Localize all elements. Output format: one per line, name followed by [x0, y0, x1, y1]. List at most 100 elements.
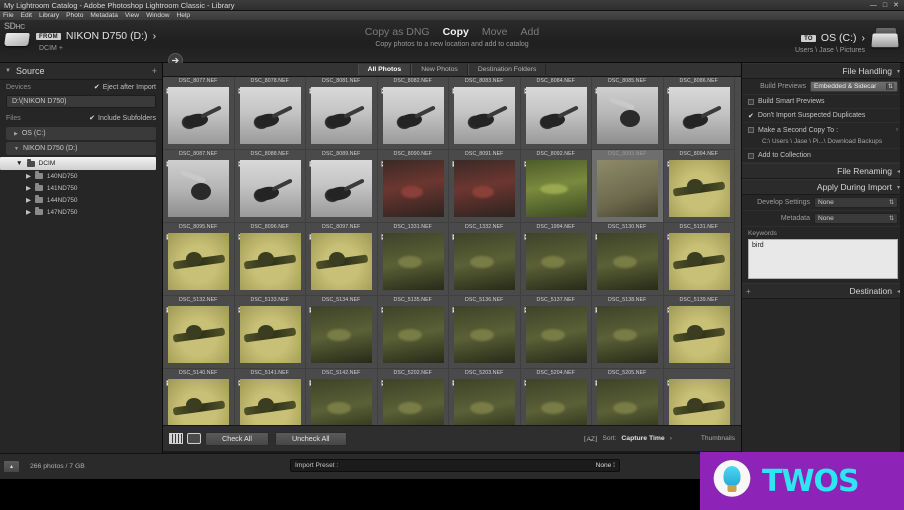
import-preset-bar[interactable]: Import Preset : None ⁞ — [290, 459, 620, 472]
second-copy-caret-icon[interactable]: › — [896, 127, 898, 133]
thumbnail-cell[interactable]: DSC_5131.NEF✔ — [663, 223, 735, 296]
thumbnail-cell[interactable]: DSC_8091.NEF✔ — [449, 150, 521, 223]
thumbnail-cell[interactable]: DSC_5138.NEF✔ — [592, 296, 664, 369]
source-panel-header[interactable]: ▼ Source + — [0, 63, 162, 80]
tab-destination-folders[interactable]: Destination Folders — [467, 64, 547, 75]
second-copy-row[interactable]: Make a Second Copy To : › — [742, 123, 904, 137]
source-device-name[interactable]: NIKON D750 (D:) — [66, 30, 148, 42]
volume-nikon-d750[interactable]: ▼ NIKON D750 (D:) — [6, 142, 156, 155]
mode-add[interactable]: Add — [521, 26, 540, 38]
thumbnail-cell[interactable]: DSC_8097.NEF✔ — [306, 223, 378, 296]
thumbnail-cell[interactable]: DSC_8081.NEF✔ — [306, 77, 378, 150]
thumbnail-cell[interactable]: DSC_8083.NEF✔ — [449, 77, 521, 150]
include-subfolders-checkbox[interactable]: ✔ Include Subfolders — [89, 114, 156, 123]
thumbnail-cell[interactable]: DSC_5142.NEF✔ — [306, 369, 378, 425]
volume-os-c[interactable]: ▶ OS (C:) — [6, 127, 156, 140]
import-destination-block[interactable]: TO OS (C:) › Users \ Jase \ Pictures — [792, 25, 900, 54]
thumbnail-cell[interactable]: DSC_5202.NEF✔ — [377, 369, 449, 425]
source-caret-icon[interactable]: › — [153, 30, 157, 42]
loupe-view-icon[interactable] — [187, 433, 201, 444]
thumbnail-cell[interactable]: DSC_8077.NEF✔ — [163, 77, 235, 150]
thumbnail-cell[interactable]: DSC_5205.NEF✔ — [592, 369, 664, 425]
folder-140nd750[interactable]: ▶ 140ND750 — [0, 170, 162, 182]
thumbnail-cell[interactable]: DSC_5137.NEF✔ — [520, 296, 592, 369]
thumbnail-cell[interactable]: DSC_8090.NEF✔ — [377, 150, 449, 223]
develop-settings-select[interactable]: None ⇅ — [814, 197, 898, 208]
thumbnail-cell[interactable]: DSC_5204.NEF✔ — [520, 369, 592, 425]
device-path-field[interactable]: D:\(NIKON D750) — [6, 95, 156, 108]
thumbnail-cell[interactable]: DSC_1331.NEF✔ — [377, 223, 449, 296]
apply-during-import-header[interactable]: Apply During Import ▾ — [742, 179, 904, 195]
menu-item-window[interactable]: Window — [146, 12, 169, 19]
menu-item-photo[interactable]: Photo — [66, 12, 83, 19]
collapse-panel-button[interactable]: ▴ — [3, 460, 20, 473]
mode-move[interactable]: Move — [482, 26, 508, 38]
chevron-down-icon[interactable]: ▼ — [5, 68, 11, 74]
menu-item-view[interactable]: View — [125, 12, 139, 19]
thumbnail-cell[interactable]: DSC_8086.NEF✔ — [663, 77, 735, 150]
add-source-icon[interactable]: + — [152, 66, 157, 76]
folder-147nd750[interactable]: ▶ 147ND750 — [0, 206, 162, 218]
checkbox-unchecked-icon[interactable] — [748, 98, 754, 105]
metadata-select[interactable]: None ⇅ — [814, 213, 898, 224]
sort-caret-icon[interactable]: › — [670, 435, 672, 442]
thumbnail-cell[interactable]: DSC_5133.NEF✔ — [234, 296, 306, 369]
menu-item-file[interactable]: File — [3, 12, 14, 19]
thumbnail-cell[interactable]: DSC_5140.NEF✔ — [163, 369, 235, 425]
grid-view-icon[interactable] — [169, 433, 183, 444]
build-smart-previews-row[interactable]: Build Smart Previews — [742, 95, 904, 109]
dont-import-duplicates-row[interactable]: ✔ Don't Import Suspected Duplicates — [742, 109, 904, 123]
folder-dcim[interactable]: ▼ DCIM — [0, 157, 156, 170]
thumbnail-cell[interactable]: DSC_8085.NEF✔ — [592, 77, 664, 150]
thumbnail-cell[interactable]: DSC_8089.NEF✔ — [306, 150, 378, 223]
destination-caret-icon[interactable]: › — [862, 32, 866, 44]
thumbnail-cell[interactable]: DSC_5136.NEF✔ — [449, 296, 521, 369]
thumbnail-cell[interactable]: DSC_8087.NEF✔ — [163, 150, 235, 223]
thumbnail-cell[interactable]: DSC_1332.NEF✔ — [449, 223, 521, 296]
uncheck-all-button[interactable]: Uncheck All — [274, 431, 347, 446]
thumbnail-cell[interactable]: DSC_8092.NEF✔ — [520, 150, 592, 223]
minimize-icon[interactable]: — — [870, 2, 877, 9]
thumbnail-cell[interactable]: DSC_8088.NEF✔ — [234, 150, 306, 223]
menu-item-help[interactable]: Help — [177, 12, 191, 19]
right-scrollbar[interactable] — [900, 63, 904, 453]
keywords-input[interactable]: bird — [748, 239, 898, 279]
mode-copy[interactable]: Copy — [443, 26, 469, 38]
sort-value[interactable]: Capture Time — [621, 435, 664, 442]
thumbnail-cell[interactable]: DSC_5134.NEF✔ — [306, 296, 378, 369]
thumbnail-grid-area[interactable]: DSC_8077.NEF✔DSC_8078.NEF✔DSC_8081.NEF✔D… — [163, 77, 741, 425]
destination-header[interactable]: + Destination ◂ — [742, 283, 904, 299]
thumbnail-cell[interactable]: DSC_8094.NEF✔ — [663, 150, 735, 223]
thumbnail-cell[interactable]: DSC_8096.NEF✔ — [234, 223, 306, 296]
file-renaming-header[interactable]: File Renaming ◂ — [742, 163, 904, 179]
mode-copy-as-dng[interactable]: Copy as DNG — [365, 26, 430, 38]
folder-144nd750[interactable]: ▶ 144ND750 — [0, 194, 162, 206]
tab-all-photos[interactable]: All Photos — [357, 64, 412, 75]
thumbnail-cell[interactable]: DSC_8093.NEF — [592, 150, 664, 223]
folder-141nd750[interactable]: ▶ 141ND750 — [0, 182, 162, 194]
thumbnail-cell[interactable]: DSC_8095.NEF✔ — [163, 223, 235, 296]
close-icon[interactable]: ✕ — [893, 2, 899, 9]
thumbnail-cell[interactable]: DSC_5141.NEF✔ — [234, 369, 306, 425]
add-to-collection-row[interactable]: Add to Collection — [742, 149, 904, 163]
thumbnail-cell[interactable]: DSC_5203.NEF✔ — [449, 369, 521, 425]
thumbnail-cell[interactable]: DSC_8082.NEF✔ — [377, 77, 449, 150]
tab-new-photos[interactable]: New Photos — [411, 64, 468, 75]
thumbnail-cell[interactable]: DSC_5130.NEF✔ — [592, 223, 664, 296]
thumbnail-cell[interactable]: DSC_5132.NEF✔ — [163, 296, 235, 369]
check-all-button[interactable]: Check All — [205, 431, 269, 446]
thumbnail-cell[interactable]: DSC_1994.NEF✔ — [520, 223, 592, 296]
menu-item-edit[interactable]: Edit — [21, 12, 32, 19]
menu-item-metadata[interactable]: Metadata — [90, 12, 118, 19]
checkbox-unchecked-icon[interactable] — [748, 152, 754, 159]
file-handling-header[interactable]: File Handling ▾ — [742, 63, 904, 79]
menu-item-library[interactable]: Library — [39, 12, 59, 19]
add-destination-icon[interactable]: + — [746, 287, 751, 296]
build-previews-select[interactable]: Embedded & Sidecar ⇅ — [810, 81, 898, 92]
eject-after-import-checkbox[interactable]: ✔ Eject after Import — [94, 83, 156, 92]
destination-name[interactable]: OS (C:) — [821, 32, 857, 44]
import-source-block[interactable]: SDHC FROM NIKON D750 (D:) › DCIM + — [4, 21, 157, 52]
maximize-icon[interactable]: □ — [883, 2, 887, 9]
checkbox-checked-icon[interactable]: ✔ — [748, 112, 754, 120]
import-preset-value[interactable]: None ⁞ — [596, 462, 615, 469]
